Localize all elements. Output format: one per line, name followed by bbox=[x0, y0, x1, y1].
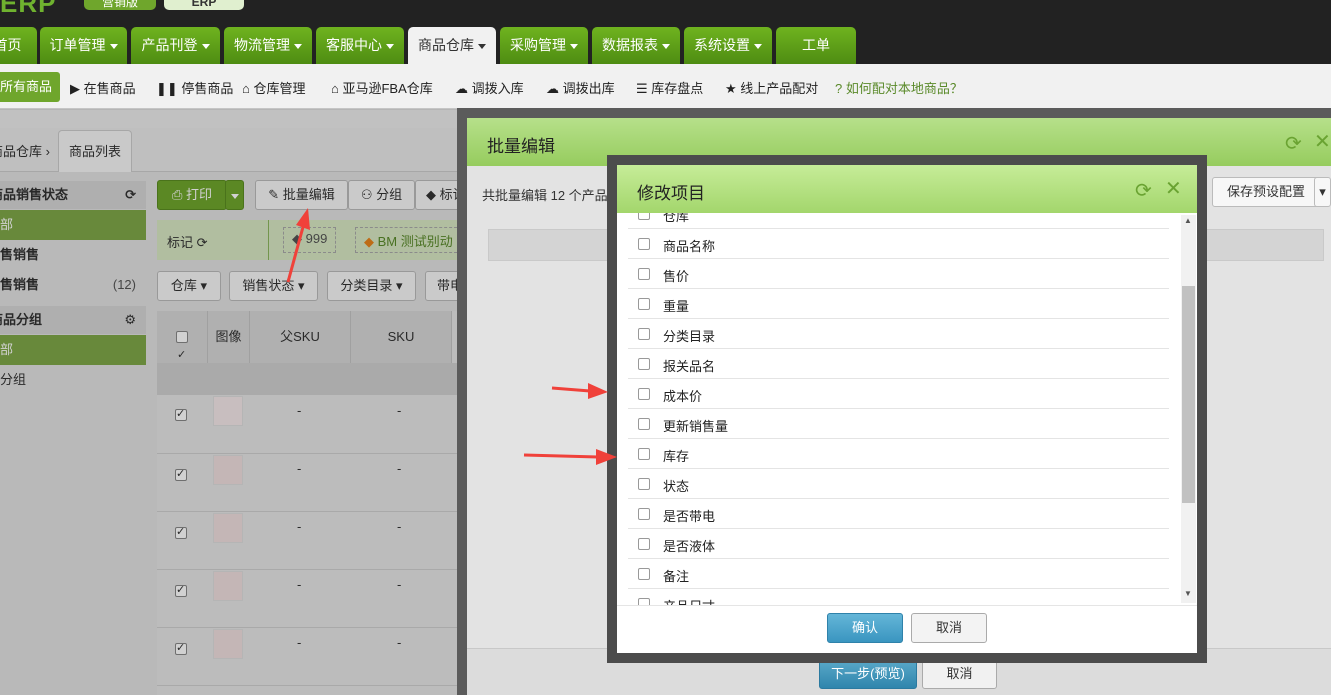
arrow-to-batch-edit bbox=[286, 226, 305, 283]
arrow-to-cost bbox=[551, 386, 591, 393]
annotation-arrows bbox=[286, 208, 617, 465]
arrow-to-stock bbox=[523, 453, 599, 459]
arrowhead bbox=[596, 449, 617, 465]
arrowhead bbox=[588, 383, 608, 399]
arrowhead bbox=[296, 208, 310, 230]
